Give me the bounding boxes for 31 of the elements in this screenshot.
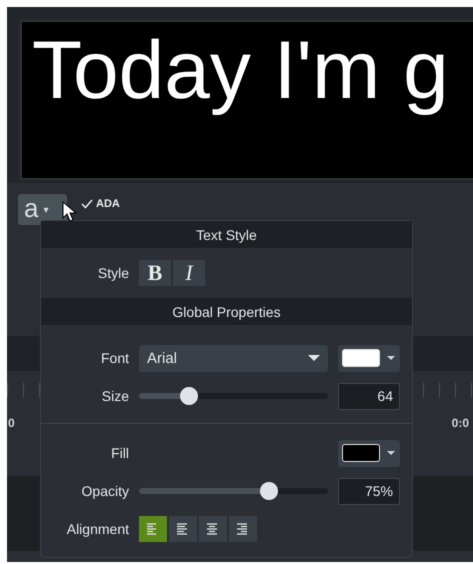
section-header: Global Properties xyxy=(172,304,281,320)
alignment-label: Alignment xyxy=(66,521,129,537)
bold-button[interactable]: B xyxy=(139,260,171,286)
font-label: Font xyxy=(100,350,129,366)
cursor-icon xyxy=(62,201,78,223)
align-icon xyxy=(177,522,189,536)
align-icon xyxy=(237,522,249,536)
timecode-label: 0 xyxy=(8,416,15,430)
color-picker-button[interactable] xyxy=(338,440,400,466)
style-label: Style xyxy=(98,265,129,281)
font-dropdown[interactable]: Arial xyxy=(139,344,328,372)
align-center-button[interactable] xyxy=(199,516,227,542)
ada-label[interactable]: ADA xyxy=(96,198,120,210)
value-field[interactable]: 75% xyxy=(338,478,400,504)
align-icon xyxy=(207,522,219,536)
slider-track[interactable] xyxy=(139,482,328,500)
slider-thumb[interactable] xyxy=(180,387,198,405)
slider-track[interactable] xyxy=(139,387,328,405)
fill-label: Fill xyxy=(111,445,129,461)
color-picker-button[interactable] xyxy=(338,344,400,372)
align-right-button[interactable] xyxy=(229,516,257,542)
slider-label: Opacity xyxy=(82,483,129,499)
italic-button[interactable]: I xyxy=(173,260,205,286)
slider-label: Size xyxy=(102,388,129,404)
align-icon xyxy=(147,522,159,536)
caption-text: Today I'm g xyxy=(32,24,449,118)
slider-thumb[interactable] xyxy=(260,482,278,500)
section-header: Text Style xyxy=(196,226,257,242)
align-justify-button[interactable] xyxy=(169,516,197,542)
timecode-label: 0:0 xyxy=(452,416,469,430)
value-field[interactable]: 64 xyxy=(338,382,400,410)
